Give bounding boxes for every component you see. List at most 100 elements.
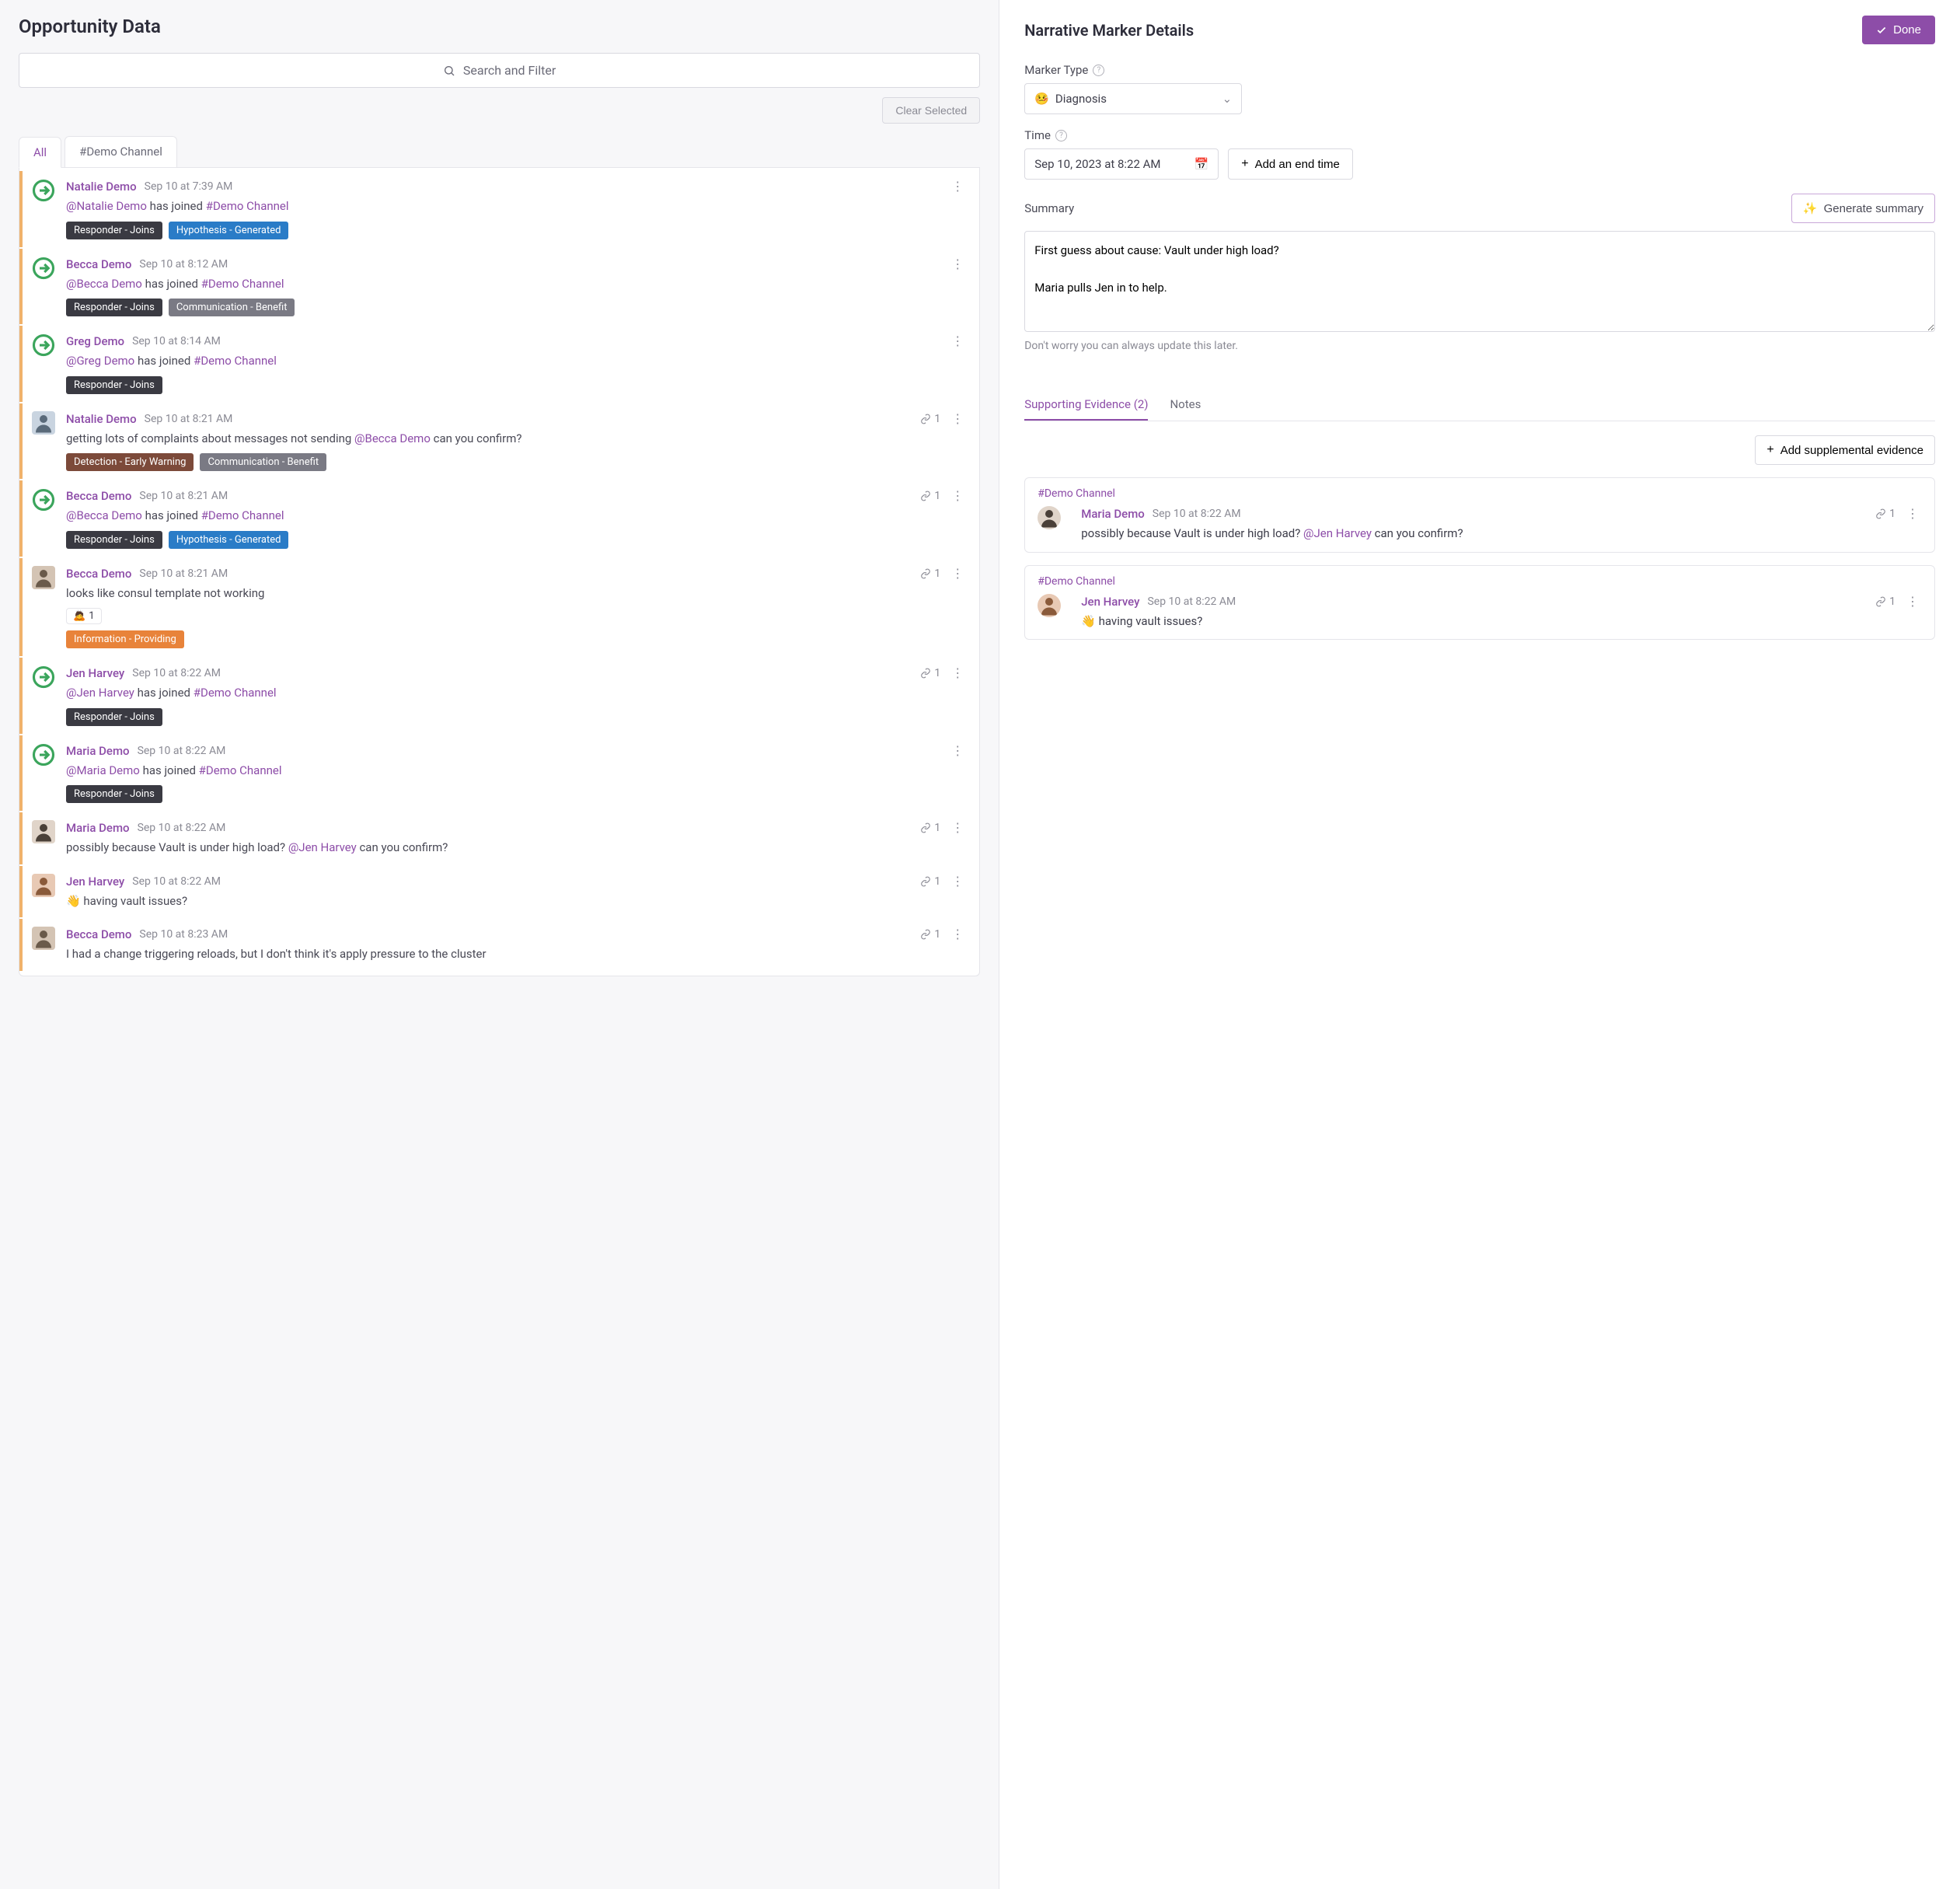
- time-input[interactable]: Sep 10, 2023 at 8:22 AM 📅: [1024, 148, 1219, 180]
- evidence-tabs: Supporting Evidence (2) Notes: [1024, 389, 1935, 421]
- done-button[interactable]: Done: [1862, 16, 1935, 44]
- message-row: Becca Demo Sep 10 at 8:12 AM ⋮ @Becca Demo …: [19, 249, 979, 325]
- message-time: Sep 10 at 8:12 AM: [139, 258, 228, 271]
- message-author[interactable]: Becca Demo: [66, 927, 131, 941]
- avatar: [32, 927, 55, 950]
- link-count[interactable]: 1: [920, 928, 940, 941]
- evidence-author[interactable]: Maria Demo: [1081, 507, 1145, 521]
- avatar: [32, 820, 55, 843]
- message-time: Sep 10 at 8:22 AM: [138, 745, 226, 757]
- more-menu-icon[interactable]: ⋮: [1903, 506, 1922, 522]
- message-row: Maria DemoSep 10 at 8:22 AM1⋮possibly be…: [19, 812, 979, 864]
- more-menu-icon[interactable]: ⋮: [948, 743, 967, 759]
- more-menu-icon[interactable]: ⋮: [948, 257, 967, 272]
- more-menu-icon[interactable]: ⋮: [948, 488, 967, 504]
- message-author[interactable]: Maria Demo: [66, 744, 130, 758]
- message-author[interactable]: Natalie Demo: [66, 412, 137, 426]
- link-count[interactable]: 1: [920, 822, 940, 834]
- evidence-card: #Demo ChannelMaria DemoSep 10 at 8:22 AM…: [1024, 477, 1935, 553]
- evidence-card: #Demo ChannelJen HarveySep 10 at 8:22 AM…: [1024, 565, 1935, 641]
- tag[interactable]: Communication - Benefit: [200, 453, 326, 471]
- tag[interactable]: Information - Providing: [66, 630, 184, 648]
- generate-summary-button[interactable]: ✨ Generate summary: [1791, 194, 1935, 223]
- clear-selected-button[interactable]: Clear Selected: [882, 97, 980, 124]
- more-menu-icon[interactable]: ⋮: [1903, 594, 1922, 609]
- search-filter-bar[interactable]: Search and Filter: [19, 53, 980, 88]
- summary-label: Summary: [1024, 201, 1074, 215]
- tab-all[interactable]: All: [19, 137, 61, 168]
- marker-type-select[interactable]: 🤒 Diagnosis ⌄: [1024, 83, 1242, 114]
- reaction[interactable]: 🙇 1: [66, 608, 102, 624]
- evidence-channel[interactable]: #Demo Channel: [1038, 575, 1922, 588]
- plus-icon: +: [1766, 443, 1773, 457]
- message-author[interactable]: Becca Demo: [66, 567, 131, 581]
- message-author[interactable]: Becca Demo: [66, 489, 131, 503]
- tab-demo-channel[interactable]: #Demo Channel: [65, 136, 177, 167]
- link-count[interactable]: 1: [920, 875, 940, 888]
- message-author[interactable]: Jen Harvey: [66, 666, 124, 680]
- more-menu-icon[interactable]: ⋮: [948, 874, 967, 889]
- message-text: @Becca Demo has joined #Demo Channel: [66, 275, 967, 293]
- link-count[interactable]: 1: [1875, 508, 1895, 520]
- message-author[interactable]: Natalie Demo: [66, 180, 137, 194]
- message-time: Sep 10 at 8:23 AM: [139, 928, 228, 941]
- link-count[interactable]: 1: [920, 567, 940, 580]
- tags-row: Responder - Joins: [66, 708, 967, 726]
- add-evidence-button[interactable]: + Add supplemental evidence: [1755, 435, 1935, 465]
- evidence-author[interactable]: Jen Harvey: [1081, 595, 1139, 609]
- message-text: @Natalie Demo has joined #Demo Channel: [66, 197, 967, 215]
- tag[interactable]: Responder - Joins: [66, 531, 162, 549]
- message-row: Becca DemoSep 10 at 8:21 AM1⋮@Becca Demo…: [19, 480, 979, 557]
- summary-textarea[interactable]: [1024, 231, 1935, 332]
- avatar: [1038, 594, 1061, 617]
- link-count[interactable]: 1: [920, 413, 940, 425]
- sparkle-icon: ✨: [1803, 201, 1818, 215]
- message-feed: Natalie Demo Sep 10 at 7:39 AM ⋮ @Natalie D…: [19, 168, 980, 976]
- message-text: 👋 having vault issues?: [66, 892, 967, 910]
- join-icon: [32, 333, 55, 357]
- join-icon: [32, 665, 55, 689]
- tags-row: Responder - Joins: [66, 785, 967, 803]
- add-end-time-button[interactable]: + Add an end time: [1228, 148, 1353, 180]
- more-menu-icon[interactable]: ⋮: [948, 665, 967, 681]
- message-time: Sep 10 at 8:22 AM: [132, 667, 221, 679]
- tags-row: Responder - Joins Communication - Benefit: [66, 299, 967, 316]
- link-count[interactable]: 1: [1875, 595, 1895, 608]
- message-author[interactable]: Jen Harvey: [66, 875, 124, 889]
- tag[interactable]: Responder - Joins: [66, 222, 162, 239]
- tag[interactable]: Hypothesis - Generated: [169, 222, 289, 239]
- more-menu-icon[interactable]: ⋮: [948, 179, 967, 194]
- check-icon: [1876, 25, 1887, 36]
- tag[interactable]: Responder - Joins: [66, 785, 162, 803]
- message-author[interactable]: Greg Demo: [66, 334, 124, 348]
- more-menu-icon[interactable]: ⋮: [948, 566, 967, 581]
- tab-notes[interactable]: Notes: [1170, 389, 1201, 421]
- more-menu-icon[interactable]: ⋮: [948, 820, 967, 836]
- message-author[interactable]: Becca Demo: [66, 257, 131, 271]
- help-icon[interactable]: ?: [1093, 65, 1104, 76]
- tag[interactable]: Responder - Joins: [66, 708, 162, 726]
- evidence-text: 👋 having vault issues?: [1081, 613, 1922, 630]
- evidence-channel[interactable]: #Demo Channel: [1038, 487, 1922, 500]
- more-menu-icon[interactable]: ⋮: [948, 927, 967, 942]
- tag[interactable]: Hypothesis - Generated: [169, 531, 289, 549]
- tag[interactable]: Responder - Joins: [66, 299, 162, 316]
- tag[interactable]: Responder - Joins: [66, 376, 162, 394]
- help-icon[interactable]: ?: [1055, 130, 1067, 141]
- more-menu-icon[interactable]: ⋮: [948, 333, 967, 349]
- message-text: looks like consul template not working: [66, 585, 967, 602]
- more-menu-icon[interactable]: ⋮: [948, 411, 967, 427]
- tags-row: Detection - Early Warning Communication -…: [66, 453, 967, 471]
- summary-hint: Don't worry you can always update this l…: [1024, 340, 1935, 352]
- link-count[interactable]: 1: [920, 667, 940, 679]
- calendar-icon: 📅: [1194, 157, 1209, 171]
- message-time: Sep 10 at 8:21 AM: [139, 567, 228, 580]
- page-title: Opportunity Data: [19, 16, 980, 37]
- tag[interactable]: Detection - Early Warning: [66, 453, 194, 471]
- message-author[interactable]: Maria Demo: [66, 821, 130, 835]
- message-text: @Maria Demo has joined #Demo Channel: [66, 762, 967, 780]
- link-count[interactable]: 1: [920, 490, 940, 502]
- message-time: Sep 10 at 7:39 AM: [145, 180, 233, 193]
- tag[interactable]: Communication - Benefit: [169, 299, 295, 316]
- tab-supporting-evidence[interactable]: Supporting Evidence (2): [1024, 389, 1148, 421]
